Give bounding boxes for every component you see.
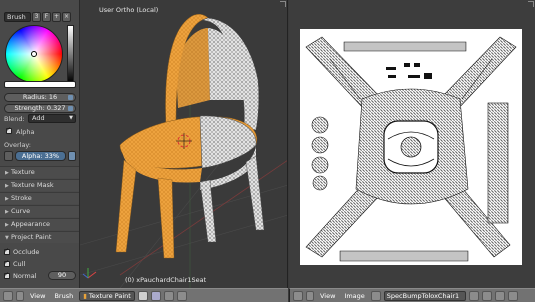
menu-toggle-icon[interactable] — [306, 290, 314, 301]
pressure-icon[interactable] — [68, 95, 73, 100]
section-label: Stroke — [11, 194, 32, 202]
chair-render — [80, 14, 287, 288]
normal-checkbox[interactable] — [4, 271, 10, 279]
section-stroke[interactable]: ▶ Stroke — [0, 192, 79, 204]
uv-image-editor[interactable] — [289, 0, 535, 288]
section-label: Texture — [11, 168, 35, 176]
pivot-icon[interactable] — [150, 290, 161, 301]
color-wheel-cursor[interactable] — [31, 51, 37, 57]
normal-label: Normal — [13, 272, 37, 280]
unlink-brush-button[interactable]: × — [62, 12, 71, 22]
blend-label: Blend: — [4, 115, 25, 123]
menu-view[interactable]: View — [317, 292, 338, 300]
add-brush-button[interactable]: + — [52, 12, 61, 22]
uv-island — [311, 116, 329, 191]
brush-users-count: 3 — [32, 12, 41, 22]
corner-widget-icon[interactable] — [528, 1, 534, 7]
chevron-down-icon: ▼ — [69, 115, 73, 121]
paint-brush-icon: ▮ — [83, 291, 87, 300]
color-wheel[interactable] — [5, 25, 63, 83]
layers-icon[interactable] — [176, 290, 187, 301]
fake-user-button[interactable]: F — [42, 12, 51, 22]
alpha-checkbox[interactable] — [6, 126, 12, 134]
cull-checkbox[interactable] — [4, 259, 10, 267]
uv-island — [386, 63, 432, 79]
section-curve[interactable]: ▶ Curve — [0, 205, 79, 217]
section-label: Project Paint — [11, 233, 52, 241]
face-mask-icon[interactable] — [163, 290, 174, 301]
pressure-icon[interactable] — [68, 106, 73, 111]
section-appearance[interactable]: ▶ Appearance — [0, 218, 79, 230]
overlay-row: Alpha: 33% — [4, 151, 76, 161]
uv-island — [339, 250, 469, 262]
menu-toggle-icon[interactable] — [16, 290, 24, 301]
overlay-color-icon[interactable] — [68, 151, 76, 161]
uv-layout — [305, 36, 517, 262]
strength-field[interactable]: Strength: 0.327 — [4, 104, 76, 113]
3d-viewport[interactable]: User Ortho (Local) (0) xPauchardChair1Se… — [80, 0, 288, 288]
normal-angle-field[interactable]: 90 — [48, 271, 76, 280]
color-swatch[interactable] — [4, 81, 76, 88]
add-image-icon[interactable] — [481, 290, 492, 301]
image-browse-icon[interactable] — [370, 290, 381, 301]
section-label: Curve — [11, 207, 31, 215]
close-icon[interactable] — [494, 290, 505, 301]
editor-type-icon[interactable] — [293, 290, 303, 301]
uv-island — [487, 102, 509, 224]
cull-row[interactable]: Cull — [4, 259, 26, 268]
image-name-field[interactable]: SpecBumpToloxChair1 — [383, 290, 466, 301]
occlude-row[interactable]: Occlude — [4, 247, 40, 256]
menu-view[interactable]: View — [27, 292, 48, 300]
value-slider[interactable] — [67, 25, 74, 83]
corner-widget-icon[interactable] — [280, 1, 286, 7]
menu-brush[interactable]: Brush — [51, 292, 76, 300]
cull-label: Cull — [13, 260, 26, 268]
strength-label: Strength: 0.327 — [14, 104, 66, 112]
menu-image[interactable]: Image — [341, 292, 367, 300]
brush-name-field[interactable]: Brush — [4, 12, 31, 22]
brush-selector[interactable]: Brush 3 F + × — [4, 12, 76, 22]
uv-island — [355, 88, 469, 205]
normal-row[interactable]: Normal — [4, 271, 37, 280]
overlay-toggle-icon[interactable] — [4, 151, 13, 161]
pin-icon[interactable] — [507, 290, 518, 301]
section-texture[interactable]: ▶ Texture — [0, 166, 79, 178]
editor-type-icon[interactable] — [3, 290, 13, 301]
overlay-alpha-field[interactable]: Alpha: 33% — [15, 151, 66, 161]
overlay-label: Overlay: — [4, 141, 31, 149]
occlude-label: Occlude — [13, 248, 40, 256]
section-texture-mask[interactable]: ▶ Texture Mask — [0, 179, 79, 191]
alpha-checkbox-label: Alpha — [16, 128, 35, 136]
occlude-checkbox[interactable] — [4, 247, 10, 255]
radius-label: Radius: 16 — [22, 93, 58, 101]
section-project-paint[interactable]: ▼ Project Paint — [0, 231, 79, 243]
section-label: Appearance — [11, 220, 51, 228]
mode-label: Texture Paint — [88, 291, 131, 300]
tool-panel: Brush 3 F + × Radius: 16 Strength: 0.327… — [0, 0, 80, 288]
mode-selector[interactable]: ▮ Texture Paint — [79, 290, 135, 301]
3d-view-header: View Brush ▮ Texture Paint — [0, 288, 288, 302]
viewport-shading-icon[interactable] — [137, 290, 148, 301]
uv-island — [343, 41, 467, 52]
blend-value: Add — [32, 114, 45, 122]
active-object-label: (0) xPauchardChair1Seat — [125, 276, 207, 284]
blend-dropdown[interactable]: Add ▼ — [28, 114, 76, 123]
uv-texture-image[interactable] — [300, 29, 522, 265]
axis-gizmo-icon — [82, 268, 97, 279]
fake-user-icon[interactable] — [468, 290, 479, 301]
section-label: Texture Mask — [11, 181, 54, 189]
radius-field[interactable]: Radius: 16 — [4, 93, 76, 102]
uv-editor-header: View Image SpecBumpToloxChair1 — [289, 288, 535, 302]
viewport-view-label: User Ortho (Local) — [99, 6, 159, 14]
